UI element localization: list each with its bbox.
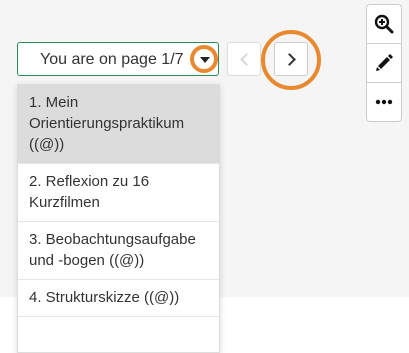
toolbar	[366, 4, 402, 122]
zoom-in-icon	[374, 14, 394, 34]
next-page-button[interactable]	[274, 42, 308, 76]
chevron-left-icon	[239, 52, 253, 66]
menu-item-page-2[interactable]: 2. Reflexion zu 16 Kurzfilmen	[18, 164, 219, 222]
page-dropdown-menu: 1. Mein Orientierungspraktikum ((@)) 2. …	[17, 84, 220, 353]
chevron-right-icon	[283, 52, 296, 66]
previous-page-button[interactable]	[227, 42, 261, 76]
pencil-icon	[376, 54, 393, 71]
more-options-button[interactable]	[367, 83, 401, 121]
zoom-in-button[interactable]	[367, 5, 401, 44]
caret-down-icon[interactable]	[200, 57, 210, 63]
more-icon	[375, 99, 393, 105]
page-select[interactable]: You are on page 1/7	[17, 42, 219, 76]
menu-item-page-4[interactable]: 4. Strukturskizze ((@))	[18, 280, 219, 317]
menu-item-page-3[interactable]: 3. Beobachtungsaufgabe und -bogen ((@))	[18, 222, 219, 280]
edit-button[interactable]	[367, 44, 401, 83]
page-select-label: You are on page 1/7	[40, 51, 184, 68]
menu-item-page-1[interactable]: 1. Mein Orientierungspraktikum ((@))	[18, 85, 219, 164]
